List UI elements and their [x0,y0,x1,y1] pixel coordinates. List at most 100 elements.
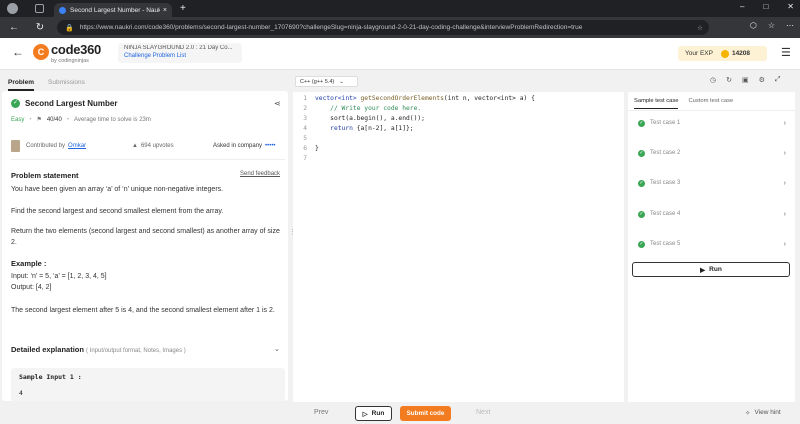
extensions-icon[interactable]: ⬡ [750,21,757,30]
url-field[interactable]: 🔒 https://www.naukri.com/code360/problem… [57,20,709,35]
tab-submissions[interactable]: Submissions [48,79,85,91]
company-label: Asked in company [213,143,263,149]
view-hint-button[interactable]: ✧ View hint [745,409,781,417]
play-icon: ▶ [700,266,706,274]
solved-check-icon: ✓ [11,99,20,108]
naukri-favicon-icon [59,6,66,14]
tab-actions-icon[interactable] [35,4,44,13]
next-button[interactable]: Next [476,409,490,416]
reset-icon[interactable]: ↻ [726,76,732,84]
browser-tab[interactable]: Second Largest Number - Naukri × [54,3,172,17]
tab-title: Second Largest Number - Naukri [70,6,160,14]
lock-icon: 🔒 [65,24,74,32]
detailed-explanation-toggle[interactable]: Detailed explanation ( Input/output form… [11,345,186,354]
run-tests-button[interactable]: ▶ Run [632,262,790,277]
hamburger-menu-icon[interactable]: ☰ [781,46,791,59]
example-heading: Example : [11,259,47,268]
code-editor[interactable]: 1 vector<int> getSecondOrderElements(int … [293,92,624,402]
history-icon[interactable]: ◷ [710,76,716,84]
example-input: Input: ‘n’ = 5, ‘a’ = [1, 2, 3, 4, 5] [11,273,107,280]
code-line: 3 sort(a.begin(), a.end()); [303,115,425,122]
prev-button[interactable]: Prev [314,409,328,416]
contributor-link[interactable]: Omkar [68,143,86,149]
send-feedback-link[interactable]: Send feedback [240,171,280,177]
sample-input-value: 4 [19,389,23,397]
editor-toolbar: ◷ ↻ ▣ ⚙ ⤢ [710,76,781,84]
submit-code-button[interactable]: Submit code [400,406,451,421]
code-line: 5 [303,135,307,142]
score-value: 40/40 [46,116,62,123]
logo-subtext: by codingninjas [51,58,89,64]
problem-panel: ✓ Second Largest Number ⋖ Easy • ⚑ 40/40… [2,91,288,401]
chevron-down-icon[interactable]: ⌄ [274,345,280,353]
browser-menu-icon[interactable]: ⋯ [786,21,794,30]
detailed-subtext: ( Input/output format, Notes, Images ) [86,348,186,354]
fullscreen-icon[interactable]: ▣ [742,76,749,84]
code-line: 4 return {a[n-2], a[1]}; [303,125,414,132]
coin-icon [720,49,729,58]
back-arrow-icon[interactable]: ← [12,45,24,59]
bookmark-star-icon[interactable]: ☆ [697,24,703,32]
chevron-right-icon: › [783,240,786,248]
url-text: https://www.naukri.com/code360/problems/… [79,24,583,31]
test-case-panel: Sample test case Custom test case ✓ Test … [628,92,795,402]
test-case-row[interactable]: ✓ Test case 5 › [638,238,786,250]
challenge-list-link[interactable]: Challenge Problem List [124,53,236,59]
share-icon[interactable]: ⋖ [274,99,281,108]
contributor-row: Contributed by Omkar ▲ 694 upvotes Asked… [11,139,285,153]
test-case-row[interactable]: ✓ Test case 1 › [638,117,786,129]
statement-para-3: Return the two elements (second largest … [11,228,280,246]
test-case-row[interactable]: ✓ Test case 3 › [638,177,786,189]
maximize-icon[interactable]: □ [763,2,768,11]
breadcrumb-title: NINJA SLAYGROUND 2.0 : 21 Day Co... [124,45,233,51]
play-icon: ▷ [362,410,368,418]
language-select[interactable]: C++ (g++ 5.4) ⌄ [295,76,358,87]
profile-avatar[interactable] [7,3,18,14]
new-tab-button[interactable]: + [180,3,186,14]
splitter-handle-left[interactable]: ⋮ [289,228,296,242]
close-tab-icon[interactable]: × [163,7,167,14]
detailed-heading: Detailed explanation [11,345,84,354]
lightbulb-icon: ✧ [745,410,751,417]
logo-text[interactable]: code360 [51,42,101,57]
run-button[interactable]: ▷ Run [355,406,392,421]
tab-sample-test-case[interactable]: Sample test case [634,98,679,109]
company-hidden[interactable]: ••••• [265,143,276,149]
problem-title: Second Largest Number [25,99,118,108]
example-output: Output: [4, 2] [11,284,52,291]
minimize-icon[interactable]: – [740,2,744,11]
test-case-row[interactable]: ✓ Test case 2 › [638,147,786,159]
code-line: 6} [303,145,319,152]
passed-check-icon: ✓ [638,179,645,187]
reload-icon[interactable]: ↻ [32,22,48,33]
app-header: ← C code360 by codingninjas NINJA SLAYGR… [0,38,800,70]
tab-custom-test-case[interactable]: Custom test case [688,98,733,109]
tab-problem[interactable]: Problem [8,79,35,91]
statement-para-2: Find the second largest and second small… [11,208,224,215]
exp-label: Your EXP [685,50,713,57]
statement-para-1: You have been given an array ‘a’ of ‘n’ … [11,186,224,193]
code360-logo-icon[interactable]: C [33,44,49,60]
contributed-label: Contributed by [26,143,66,149]
favorites-icon[interactable]: ☆ [768,21,775,30]
back-icon[interactable]: ← [6,22,22,33]
settings-icon[interactable]: ⚙ [759,76,765,84]
expand-icon[interactable]: ⤢ [775,76,781,84]
window-close-icon[interactable]: ✕ [787,2,794,11]
test-case-row[interactable]: ✓ Test case 4 › [638,208,786,220]
sample-input-label: Sample Input 1 : [19,373,82,381]
passed-check-icon: ✓ [638,240,645,248]
divider [11,159,285,160]
upvote-icon[interactable]: ▲ [132,143,138,149]
bottom-action-bar: Prev ▷ Run Submit code Next ✧ View hint [0,402,800,424]
exp-value: 14208 [731,50,751,57]
exp-badge[interactable]: Your EXP 14208 [678,46,767,61]
address-bar-row: ← ↻ 🔒 https://www.naukri.com/code360/pro… [0,17,800,38]
passed-check-icon: ✓ [638,149,645,157]
contributor-avatar [11,140,20,152]
upvote-count: 694 upvotes [140,143,174,149]
passed-check-icon: ✓ [638,210,645,218]
code-line: 1 vector<int> getSecondOrderElements(int … [303,95,535,102]
problem-tabs: Problem Submissions [0,71,288,91]
passed-check-icon: ✓ [638,119,645,127]
